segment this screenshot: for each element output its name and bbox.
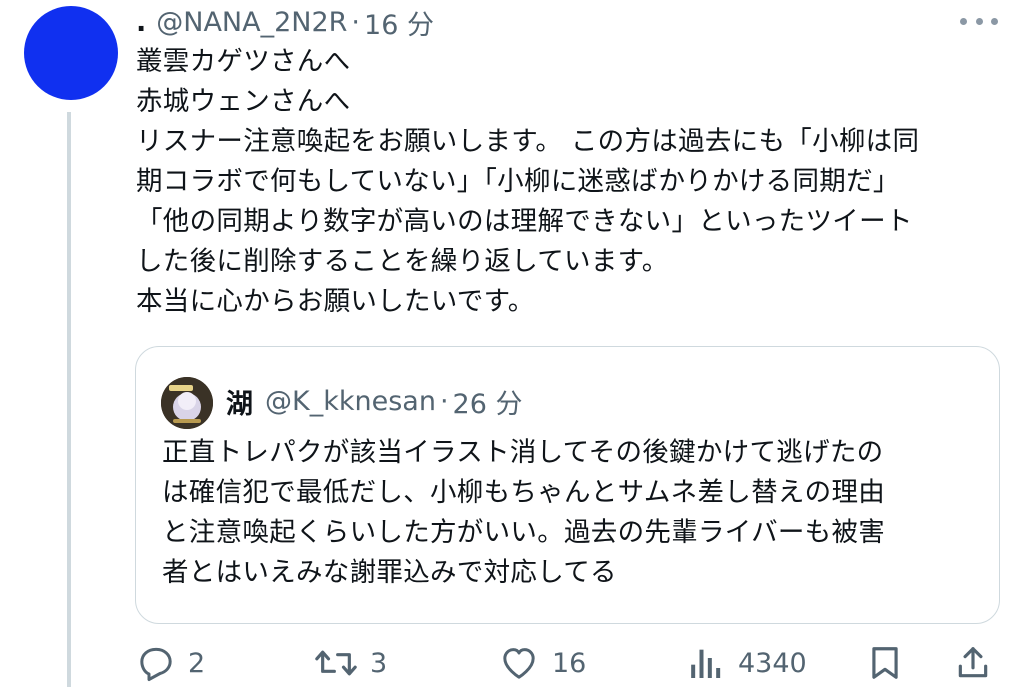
quoted-line: は確信犯で最低だし、小柳もちゃんとサムネ差し替えの理由 — [162, 477, 886, 508]
bookmark-icon — [872, 647, 898, 679]
tweet-line: リスナー注意喚起をお願いします。 この方は過去にも「小柳は同 — [136, 126, 920, 157]
quoted-author-handle: @K_kknesan — [265, 385, 436, 417]
author-avatar[interactable] — [24, 6, 118, 100]
repost-icon — [315, 650, 357, 676]
repost-button[interactable]: 3 — [314, 640, 387, 686]
share-icon — [958, 647, 988, 678]
like-button[interactable]: 16 — [498, 640, 586, 686]
bookmark-button[interactable] — [866, 640, 904, 686]
quoted-line: 者とはいえみな謝罪込みで対応してる — [162, 557, 617, 588]
more-options-icon[interactable] — [960, 14, 998, 28]
views-button[interactable]: 4340 — [688, 640, 807, 686]
quoted-line: 正直トレパクが該当イラスト消してその後鍵かけて逃げたの — [162, 437, 884, 468]
tweet-header: . @NANA_2N2R · 16 分 — [136, 2, 434, 42]
quoted-tweet[interactable]: 湖 @K_kknesan · 26 分 正直トレパクが該当イラスト消してその後鍵… — [135, 346, 1000, 624]
tweet-line: 期コラボで何もしていない」「小柳に迷惑ばかりかける同期だ」 — [136, 166, 900, 197]
reply-count: 2 — [188, 647, 206, 679]
tweet-line: 本当に心からお願いしたいです。 — [136, 286, 535, 317]
heart-icon — [503, 648, 535, 679]
quoted-author-avatar — [161, 377, 213, 429]
quoted-separator: · — [439, 385, 449, 417]
tweet-text: 叢雲カゲツさんへ 赤城ウェンさんへ リスナー注意喚起をお願いします。 この方は過… — [136, 42, 1006, 322]
author-handle[interactable]: @NANA_2N2R — [156, 7, 347, 38]
action-bar: 2 3 16 4340 — [136, 640, 1006, 686]
tweet-line: した後に削除することを繰り返しています。 — [136, 246, 669, 277]
quoted-text: 正直トレパクが該当イラスト消してその後鍵かけて逃げたの は確信犯で最低だし、小柳… — [162, 433, 982, 593]
share-button[interactable] — [954, 640, 992, 686]
quoted-author-name: 湖 — [226, 388, 253, 420]
tweet-line: 「他の同期より数字が高いのは理解できない」といったツイート — [136, 206, 913, 237]
quoted-time: 26 分 — [452, 388, 523, 420]
author-name[interactable]: . — [136, 7, 146, 38]
like-count: 16 — [552, 647, 587, 679]
quoted-line: と注意喚起くらいした方がいい。過去の先輩ライバーも被害 — [162, 517, 886, 548]
header-separator: · — [351, 6, 361, 38]
thread-line — [67, 112, 71, 687]
tweet-line: 叢雲カゲツさんへ — [136, 46, 351, 77]
tweet-time[interactable]: 16 分 — [364, 3, 434, 42]
views-icon — [691, 649, 721, 678]
views-count: 4340 — [738, 647, 807, 679]
tweet-line: 赤城ウェンさんへ — [136, 86, 351, 117]
quoted-header: 湖 @K_kknesan · 26 分 — [226, 381, 522, 421]
quoted-avatar-image — [161, 377, 213, 429]
reply-icon — [140, 647, 172, 681]
reply-button[interactable]: 2 — [136, 640, 205, 686]
repost-count: 3 — [370, 647, 388, 679]
